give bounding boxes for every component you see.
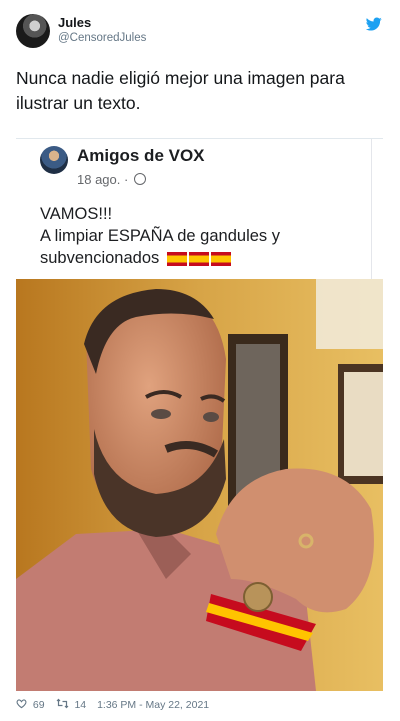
- spain-flag-icon: [210, 252, 231, 266]
- retweet-count[interactable]: 14: [74, 699, 86, 711]
- tweet-card: Jules @CensoredJules Nunca nadie eligió …: [0, 0, 400, 721]
- man-photo: [16, 279, 383, 691]
- facebook-post-screenshot: Amigos de VOX 18 ago. · VAMOS!!! A limpi…: [16, 139, 383, 279]
- like-count[interactable]: 69: [33, 699, 45, 711]
- avatar[interactable]: [16, 14, 50, 48]
- spain-flag-icon: [188, 252, 209, 266]
- page-name: Amigos de VOX: [77, 146, 205, 165]
- user-handle[interactable]: @CensoredJules: [58, 31, 146, 46]
- post-line-3: subvencionados: [40, 249, 160, 267]
- post-line-2: A limpiar ESPAÑA de gandules y: [40, 227, 280, 245]
- post-date: 18 ago. ·: [77, 172, 129, 187]
- tweet-header: Jules @CensoredJules: [16, 14, 384, 50]
- post-text: VAMOS!!! A limpiar ESPAÑA de gandules y …: [40, 203, 360, 272]
- page-avatar: [40, 146, 68, 174]
- tweet-timestamp[interactable]: 1:36 PM - May 22, 2021: [97, 699, 209, 711]
- tweet-media[interactable]: Amigos de VOX 18 ago. · VAMOS!!! A limpi…: [16, 138, 383, 691]
- globe-icon: [133, 173, 146, 185]
- retweet-icon[interactable]: [56, 698, 69, 712]
- author-names[interactable]: Jules @CensoredJules: [58, 15, 146, 46]
- display-name[interactable]: Jules: [58, 15, 146, 31]
- twitter-bird-icon[interactable]: [366, 16, 382, 32]
- spain-flags: [166, 250, 233, 272]
- post-meta: 18 ago. ·: [77, 172, 146, 187]
- spain-flag-icon: [166, 252, 187, 266]
- post-line-1: VAMOS!!!: [40, 205, 113, 223]
- tweet-footer: 69 14 1:36 PM - May 22, 2021: [16, 698, 209, 712]
- tweet-text: Nunca nadie eligió mejor una imagen para…: [16, 68, 345, 113]
- heart-icon[interactable]: [16, 698, 27, 712]
